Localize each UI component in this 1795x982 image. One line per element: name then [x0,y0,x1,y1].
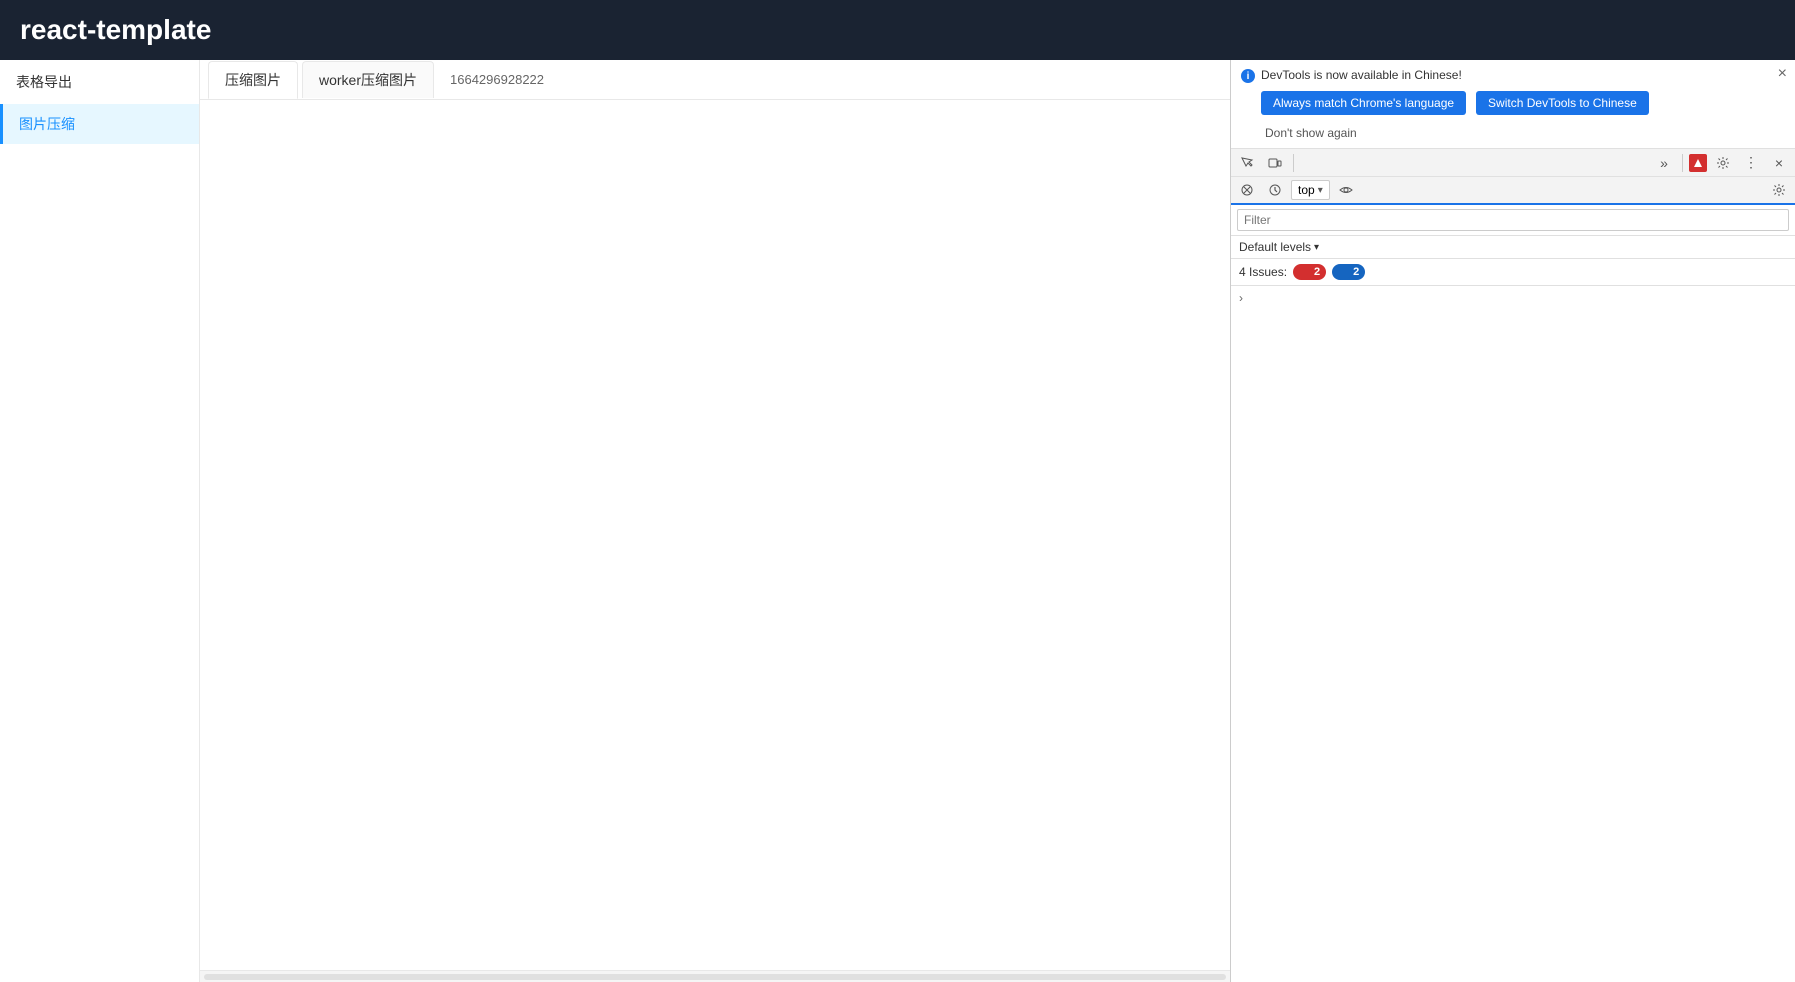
issues-label: 4 Issues: [1239,265,1287,279]
tab-compress-image[interactable]: 压缩图片 [208,61,298,99]
close-devtools-button[interactable]: × [1767,151,1791,175]
always-match-language-button[interactable]: Always match Chrome's language [1261,91,1466,115]
sidebar-item-image-compress[interactable]: 图片压缩 [0,104,199,144]
app-title: react-template [20,14,211,46]
issues-indicator[interactable] [1689,154,1707,172]
inspect-element-button[interactable] [1235,151,1259,175]
scrollbar-area[interactable] [200,970,1230,982]
tab-worker-compress-image[interactable]: worker压缩图片 [302,61,434,98]
horizontal-scrollbar[interactable] [204,974,1226,980]
clear-console-button[interactable] [1235,178,1259,202]
switch-devtools-chinese-button[interactable]: Switch DevTools to Chinese [1476,91,1649,115]
default-levels-arrow: ▾ [1314,242,1319,253]
devtools-levels: Default levels ▾ [1231,236,1795,259]
settings-button[interactable] [1711,151,1735,175]
tab-id: 1664296928222 [438,64,556,95]
page-content [200,100,1230,970]
error-count: 2 [1314,266,1320,278]
sidebar-section-title: 表格导出 [0,60,199,104]
frame-selector-label: top [1298,183,1315,197]
devtools-console-content[interactable]: › [1231,286,1795,982]
notification-message: DevTools is now available in Chinese! [1261,68,1462,82]
dont-show-again-link[interactable]: Don't show again [1261,121,1361,145]
devtools-toolbar-second: top ▾ [1231,177,1795,205]
info-icon: i [1241,69,1255,83]
app-header: react-template [0,0,1795,60]
devtools-issues: 4 Issues: 2 2 [1231,259,1795,286]
info-badge-icon [1338,266,1350,278]
filter-input[interactable] [1237,209,1789,231]
sidebar: 表格导出 图片压缩 [0,60,200,982]
error-badge: 2 [1293,264,1326,280]
devtools-filter [1231,205,1795,236]
console-expand-arrow[interactable]: › [1239,291,1243,305]
info-badge: 2 [1332,264,1365,280]
devtools-notification: i DevTools is now available in Chinese! … [1231,60,1795,149]
error-icon [1299,266,1311,278]
notification-close-button[interactable]: × [1778,66,1787,82]
preserve-log-button[interactable] [1263,178,1287,202]
toolbar-separator-2 [1682,154,1683,172]
device-toolbar-button[interactable] [1263,151,1287,175]
devtools-toolbar-top: » ⋮ × [1231,149,1795,177]
more-tabs-button[interactable]: » [1652,151,1676,175]
info-count: 2 [1353,266,1359,278]
devtools-panel: i DevTools is now available in Chinese! … [1230,60,1795,982]
eye-button[interactable] [1334,178,1358,202]
toolbar-separator-1 [1293,154,1294,172]
frame-selector-dropdown[interactable]: top ▾ [1291,180,1330,200]
main-layout: 表格导出 图片压缩 压缩图片 worker压缩图片 1664296928222 [0,60,1795,982]
notification-row: i DevTools is now available in Chinese! [1241,68,1785,83]
content-area: 压缩图片 worker压缩图片 1664296928222 [200,60,1230,982]
default-levels-button[interactable]: Default levels ▾ [1239,240,1319,254]
tab-bar: 压缩图片 worker压缩图片 1664296928222 [200,60,1230,100]
console-settings-button[interactable] [1767,178,1791,202]
frame-selector-arrow: ▾ [1318,185,1323,196]
more-options-button[interactable]: ⋮ [1739,151,1763,175]
